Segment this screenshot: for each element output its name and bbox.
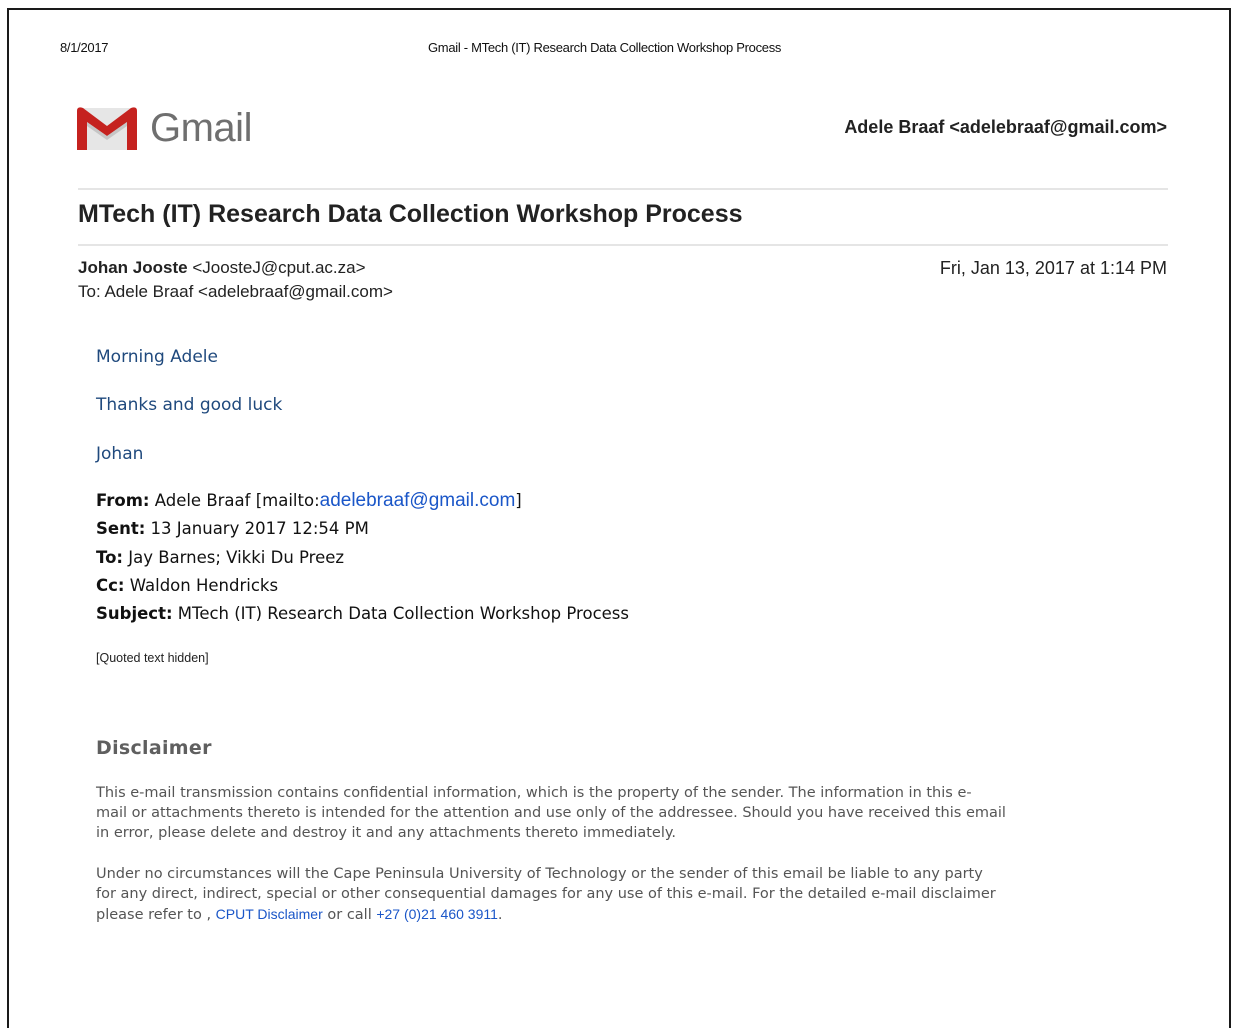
- recipient-line: To: Adele Braaf <adelebraaf@gmail.com>: [78, 282, 393, 301]
- forward-to: To: Jay Barnes; Vikki Du Preez: [96, 548, 345, 567]
- divider: [78, 188, 1168, 190]
- sender-line: Johan Jooste <JoosteJ@cput.ac.za>: [78, 258, 366, 278]
- body-line: Morning Adele: [96, 347, 218, 367]
- sender-name: Johan Jooste: [78, 258, 188, 277]
- message-date: Fri, Jan 13, 2017 at 1:14 PM: [939, 258, 1167, 278]
- forward-subject: Subject: MTech (IT) Research Data Collec…: [96, 604, 629, 623]
- print-date: 8/1/2017: [60, 40, 109, 55]
- sender-email: <JoosteJ@cput.ac.za>: [192, 258, 366, 277]
- gmail-wordmark: Gmail: [150, 106, 252, 150]
- forward-sent: Sent: 13 January 2017 12:54 PM: [96, 519, 369, 538]
- cput-disclaimer-link[interactable]: CPUT Disclaimer: [216, 906, 323, 922]
- disclaimer-title: Disclaimer: [96, 737, 212, 759]
- forward-from: From: Adele Braaf [mailto:adelebraaf@gma…: [96, 490, 522, 511]
- phone-link[interactable]: +27 (0)21 460 3911: [376, 906, 498, 922]
- body-line: Johan: [96, 444, 144, 464]
- forward-cc: Cc: Waldon Hendricks: [96, 576, 279, 595]
- gmail-logo[interactable]: Gmail: [76, 106, 252, 150]
- thread-subject: MTech (IT) Research Data Collection Work…: [78, 200, 743, 228]
- divider: [78, 244, 1168, 246]
- print-page-title: Gmail - MTech (IT) Research Data Collect…: [428, 40, 782, 55]
- mailto-link[interactable]: adelebraaf@gmail.com: [320, 490, 516, 511]
- account-identity: Adele Braaf <adelebraaf@gmail.com>: [844, 117, 1167, 137]
- body-line: Thanks and good luck: [96, 395, 283, 415]
- gmail-m-icon: [77, 107, 137, 150]
- disclaimer-paragraph: Under no circumstances will the Cape Pen…: [96, 866, 996, 923]
- quoted-text-toggle[interactable]: [Quoted text hidden]: [96, 651, 209, 665]
- disclaimer-paragraph: This e-mail transmission contains confid…: [96, 785, 1006, 841]
